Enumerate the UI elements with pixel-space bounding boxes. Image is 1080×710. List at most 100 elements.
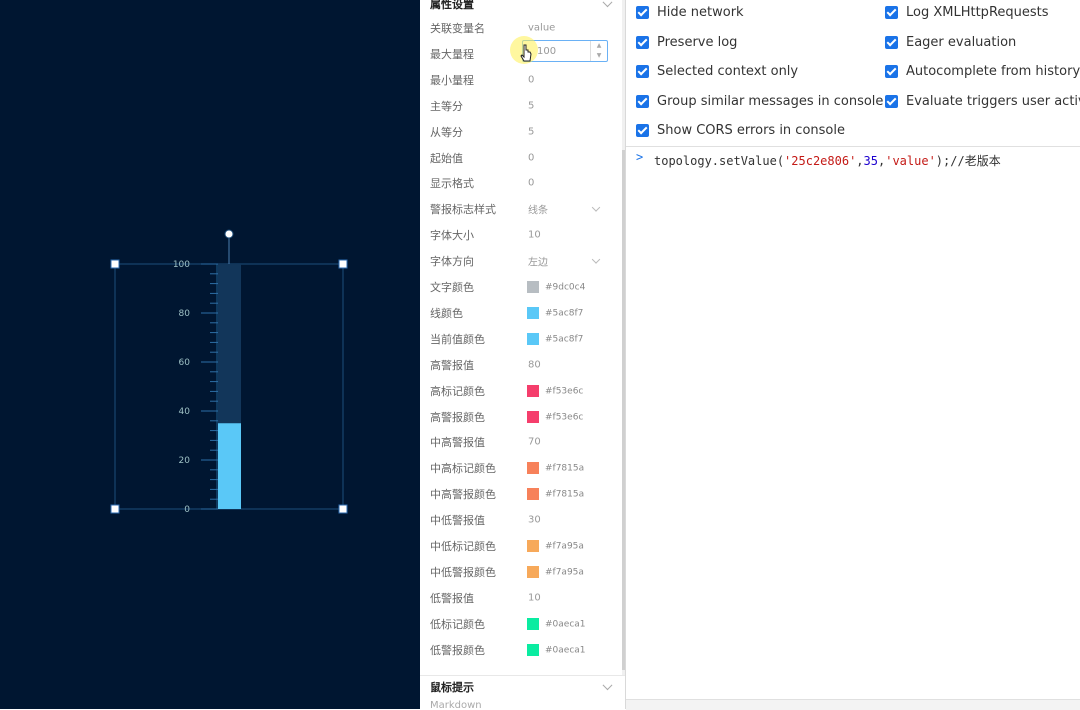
property-row: 中低警报颜色 #f7a95a (420, 559, 620, 585)
dropdown-chevron-icon[interactable] (591, 255, 601, 264)
property-value[interactable]: value (528, 23, 555, 34)
property-row: 警报标志样式 线条 (420, 196, 620, 222)
checkbox-checked-icon[interactable] (636, 65, 649, 79)
color-picker[interactable]: #0aeca1 (527, 643, 586, 656)
color-hex-value: #0aeca1 (545, 645, 586, 656)
setting-label: Group similar messages in console (657, 93, 884, 109)
console-command-line[interactable]: topology.setValue('25c2e806',35,'value')… (654, 152, 1001, 169)
property-row: 中高警报值 70 (420, 429, 620, 455)
setting-label: Preserve log (657, 34, 738, 50)
properties-scrollbar[interactable] (622, 0, 625, 675)
collapse-chevron-icon[interactable] (602, 0, 613, 8)
property-row: 从等分 5 (420, 119, 620, 145)
property-value[interactable]: 0 (528, 178, 534, 189)
gauge-value-fill (218, 423, 241, 509)
property-label: 最小量程 (430, 73, 474, 87)
spin-buttons[interactable]: ▲ ▼ (590, 41, 607, 61)
cmd-arg-value: 35 (863, 154, 878, 168)
property-value[interactable]: 70 (528, 437, 541, 448)
color-swatch[interactable] (527, 488, 539, 501)
color-picker[interactable]: #0aeca1 (527, 617, 586, 630)
property-value[interactable]: 10 (528, 592, 541, 603)
property-value[interactable]: 0 (528, 152, 534, 163)
property-settings-header[interactable]: 属性设置 (420, 0, 625, 14)
property-label: 低警报值 (430, 591, 474, 605)
color-swatch[interactable] (527, 565, 539, 578)
property-value[interactable]: 0 (528, 74, 534, 85)
property-label: 低警报颜色 (430, 643, 485, 657)
property-label: 中高警报颜色 (430, 488, 496, 502)
resize-handle[interactable] (338, 504, 348, 514)
max-range-field[interactable] (537, 43, 589, 59)
color-swatch[interactable] (527, 332, 539, 345)
property-value[interactable]: 30 (528, 515, 541, 526)
color-swatch[interactable] (527, 410, 539, 423)
color-picker[interactable]: #f7a95a (527, 565, 584, 578)
property-value[interactable]: 线条 (528, 202, 548, 217)
color-picker[interactable]: #5ac8f7 (527, 306, 583, 319)
property-value[interactable]: 左边 (528, 254, 548, 269)
setting-label: Show CORS errors in console (657, 123, 845, 139)
property-label: 最大量程 (430, 47, 474, 61)
color-picker[interactable]: #9dc0c4 (527, 281, 585, 293)
color-swatch[interactable] (527, 540, 539, 552)
property-label: 字体大小 (430, 229, 474, 243)
property-label: 高标记颜色 (430, 384, 485, 398)
spin-down-icon[interactable]: ▼ (591, 51, 607, 61)
color-swatch[interactable] (527, 643, 539, 656)
property-value[interactable]: 5 (528, 100, 534, 111)
checkbox-checked-icon[interactable] (636, 35, 649, 49)
checkbox-checked-icon[interactable] (885, 65, 898, 79)
color-swatch[interactable] (527, 617, 539, 630)
property-value[interactable]: 5 (528, 126, 534, 137)
checkbox-checked-icon[interactable] (885, 6, 898, 19)
checkbox-checked-icon[interactable] (636, 6, 649, 19)
rotate-handle (224, 229, 234, 239)
property-row: 显示格式 0 (420, 170, 620, 196)
property-row: 最小量程 0 (420, 67, 620, 93)
property-value[interactable]: 10 (528, 230, 541, 241)
dropdown-chevron-icon[interactable] (591, 203, 601, 213)
property-value[interactable]: 80 (528, 359, 541, 370)
property-label: 显示格式 (430, 177, 474, 191)
property-row: 高标记颜色 #f53e6c (420, 378, 620, 404)
resize-handle[interactable] (338, 259, 348, 269)
tooltip-section-header[interactable]: 鼠标提示 (420, 675, 625, 698)
property-row: 中高警报颜色 #f7815a (420, 481, 620, 507)
expand-chevron-icon[interactable] (602, 680, 613, 691)
property-row: 低标记颜色 #0aeca1 (420, 611, 620, 637)
property-label: 高警报值 (430, 358, 474, 372)
resize-handle[interactable] (110, 504, 120, 514)
color-picker[interactable]: #f7815a (527, 488, 585, 501)
checkbox-checked-icon[interactable] (885, 35, 898, 49)
checkbox-checked-icon[interactable] (636, 94, 649, 108)
property-label: 字体方向 (430, 255, 474, 269)
color-hex-value: #f7a95a (545, 541, 584, 552)
color-picker[interactable]: #f7815a (527, 462, 584, 475)
color-hex-value: #f53e6c (545, 386, 584, 397)
property-row: 文字颜色 #9dc0c4 (420, 274, 620, 300)
canvas-area[interactable]: 100 80 60 40 20 0 (0, 0, 420, 709)
setting-label: Log XMLHttpRequests (906, 5, 1049, 20)
color-picker[interactable]: #f7a95a (527, 540, 584, 552)
spin-up-icon[interactable]: ▲ (591, 41, 607, 51)
color-swatch[interactable] (527, 306, 539, 319)
property-label: 中低警报值 (430, 514, 485, 528)
checkbox-checked-icon[interactable] (885, 94, 898, 108)
checkbox-checked-icon[interactable] (636, 124, 649, 138)
color-picker[interactable]: #f53e6c (527, 410, 583, 423)
color-swatch[interactable] (527, 462, 539, 475)
resize-handle[interactable] (110, 259, 120, 269)
color-swatch[interactable] (527, 281, 539, 293)
cmd-sep-1: , (856, 154, 864, 168)
property-label: 中低警报颜色 (430, 565, 496, 579)
color-hex-value: #0aeca1 (545, 619, 586, 630)
scrollbar-thumb[interactable] (622, 150, 625, 670)
gauge-widget[interactable]: 100 80 60 40 20 0 (0, 0, 420, 709)
property-label: 主等分 (430, 99, 463, 113)
color-swatch[interactable] (527, 384, 539, 397)
color-hex-value: #f7815a (545, 489, 585, 500)
color-picker[interactable]: #f53e6c (527, 384, 584, 397)
color-hex-value: #5ac8f7 (545, 334, 584, 345)
color-picker[interactable]: #5ac8f7 (527, 332, 584, 345)
